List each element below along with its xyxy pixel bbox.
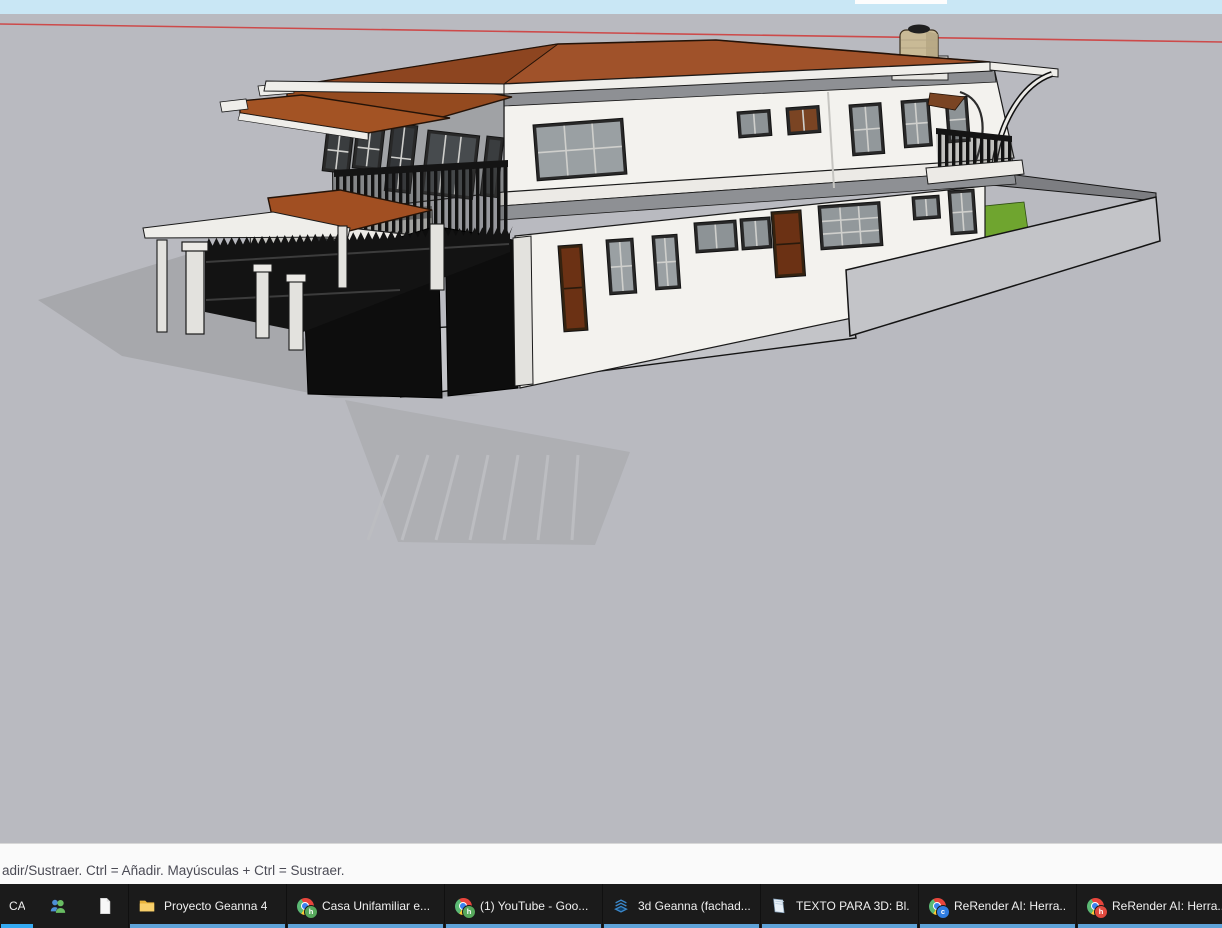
taskbar-button[interactable]: 3d Geanna (fachad... xyxy=(602,884,760,928)
model-scene xyxy=(0,0,1222,843)
taskbar-button-partial[interactable]: CA... xyxy=(0,884,34,928)
window xyxy=(912,195,941,220)
chrome-icon: c xyxy=(928,897,946,915)
taskbar-pinned-blank-document-icon[interactable] xyxy=(81,884,128,928)
sketchup-screen: adir/Sustraer. Ctrl = Añadir. Mayúsculas… xyxy=(0,0,1222,928)
window xyxy=(533,118,627,181)
window xyxy=(818,202,883,250)
status-text: adir/Sustraer. Ctrl = Añadir. Mayúsculas… xyxy=(2,863,345,878)
taskbar-button-label: CA... xyxy=(9,899,25,913)
sky-highlight xyxy=(855,0,947,4)
profile-badge: c xyxy=(936,905,950,919)
window xyxy=(740,217,772,250)
window xyxy=(652,234,681,290)
taskbar-button-label: TEXTO PARA 3D: Bl... xyxy=(796,899,909,913)
taskbar-button-label: ReRender AI: Herra... xyxy=(1112,899,1222,913)
chrome-icon: h xyxy=(296,897,314,915)
taskbar-button[interactable]: h (1) YouTube - Goo... xyxy=(444,884,602,928)
taskbar: CA... Proyecto Geanna 4 h Casa Unifamiliar… xyxy=(0,884,1222,928)
folder-icon xyxy=(138,897,156,915)
status-bar: adir/Sustraer. Ctrl = Añadir. Mayúsculas… xyxy=(0,843,1222,884)
profile-badge: h xyxy=(304,905,318,919)
window xyxy=(771,210,806,278)
window xyxy=(901,99,932,148)
chrome-icon: h xyxy=(1086,897,1104,915)
profile-badge: h xyxy=(1094,905,1108,919)
taskbar-button[interactable]: TEXTO PARA 3D: Bl... xyxy=(760,884,918,928)
taskbar-button-label: ReRender AI: Herra... xyxy=(954,899,1067,913)
taskbar-button-label: 3d Geanna (fachad... xyxy=(638,899,751,913)
taskbar-button-label: (1) YouTube - Goo... xyxy=(480,899,588,913)
window xyxy=(948,189,977,235)
blank-document-icon xyxy=(96,897,114,915)
sketchup-icon xyxy=(612,897,630,915)
window xyxy=(606,238,637,295)
chrome-icon: h xyxy=(454,897,472,915)
taskbar-button[interactable]: Proyecto Geanna 4 xyxy=(128,884,286,928)
taskbar-button-label: Casa Unifamiliar e... xyxy=(322,899,430,913)
taskbar-button[interactable]: h Casa Unifamiliar e... xyxy=(286,884,444,928)
profile-badge: h xyxy=(462,905,476,919)
sketchup-viewport[interactable] xyxy=(0,0,1222,843)
window xyxy=(786,106,821,135)
taskbar-button[interactable]: c ReRender AI: Herra... xyxy=(918,884,1076,928)
taskbar-pinned-people-icon[interactable] xyxy=(34,884,81,928)
sky xyxy=(0,0,1222,14)
window xyxy=(737,110,772,138)
notepad-icon xyxy=(770,897,788,915)
window xyxy=(849,103,885,156)
people-icon xyxy=(49,897,67,915)
taskbar-button[interactable]: h ReRender AI: Herra... xyxy=(1076,884,1222,928)
taskbar-button-label: Proyecto Geanna 4 xyxy=(164,899,267,913)
corner-pilaster xyxy=(513,236,533,386)
window xyxy=(694,220,738,253)
